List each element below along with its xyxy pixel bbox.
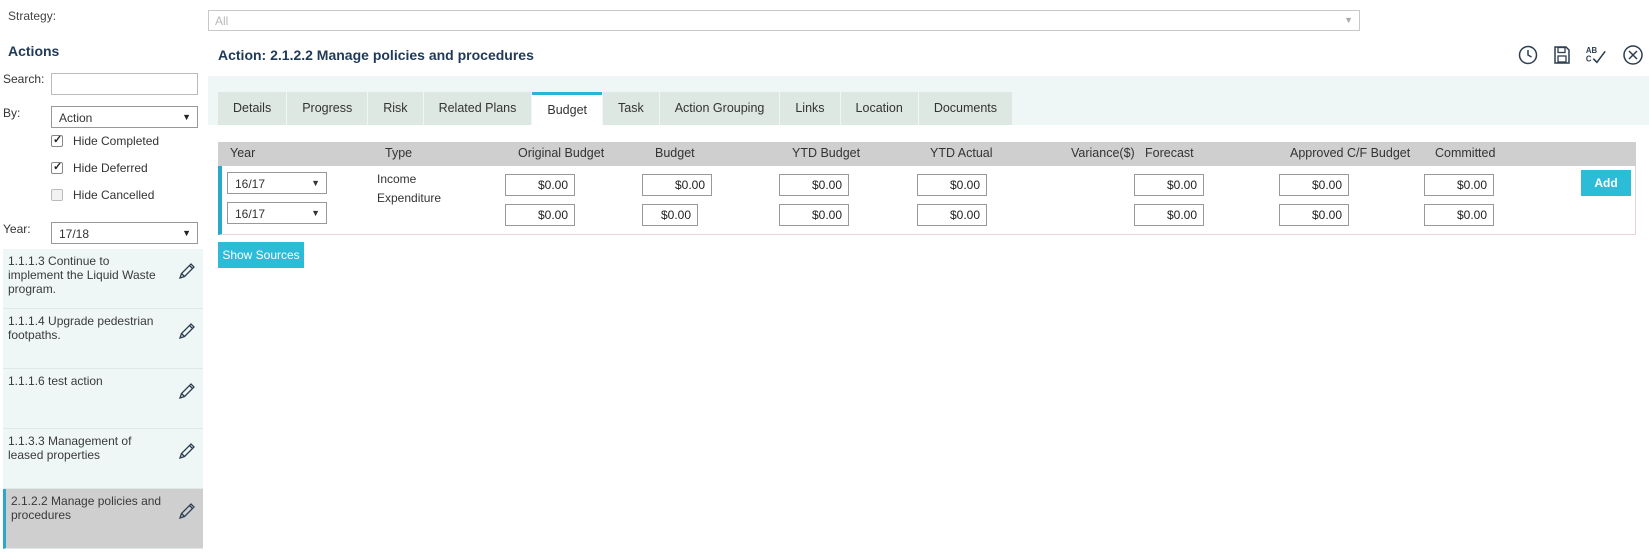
row-year-value: 16/17 xyxy=(235,207,266,221)
row-year-select[interactable]: 16/17 ▼ xyxy=(227,172,327,194)
close-icon[interactable] xyxy=(1622,44,1644,66)
tab-documents[interactable]: Documents xyxy=(918,92,1013,125)
page-title: Action: 2.1.2.2 Manage policies and proc… xyxy=(218,47,534,63)
by-select[interactable]: Action ▼ xyxy=(51,106,198,128)
column-header: YTD Actual xyxy=(930,146,993,160)
column-header: YTD Budget xyxy=(792,146,861,160)
save-icon[interactable] xyxy=(1551,44,1573,66)
by-label: By: xyxy=(3,106,21,120)
year-select-value: 17/18 xyxy=(59,227,90,241)
tab-location[interactable]: Location xyxy=(840,92,918,125)
pencil-icon[interactable] xyxy=(177,381,197,401)
approved-cf-budget-input[interactable]: $0.00 xyxy=(1279,174,1349,196)
year-select[interactable]: 17/18 ▼ xyxy=(51,222,198,244)
action-list-item[interactable]: 1.1.1.4 Upgrade pedestrian footpaths. xyxy=(3,309,203,369)
column-header: Forecast xyxy=(1145,146,1194,160)
tab-progress[interactable]: Progress xyxy=(287,92,368,125)
budget-input[interactable]: $0.00 xyxy=(642,204,698,226)
budget-input[interactable]: $0.00 xyxy=(642,174,712,196)
clock-icon[interactable] xyxy=(1517,44,1539,66)
column-header: Year xyxy=(230,146,256,160)
action-list-item[interactable]: 1.1.1.6 test action xyxy=(3,369,203,429)
tab-action-grouping[interactable]: Action Grouping xyxy=(659,92,780,125)
action-list-item-selected[interactable]: 2.1.2.2 Manage policies and procedures xyxy=(3,489,203,549)
ytd-actual-input[interactable]: $0.00 xyxy=(917,204,987,226)
chevron-down-icon: ▼ xyxy=(1344,15,1353,25)
pencil-icon[interactable] xyxy=(177,501,197,521)
chevron-down-icon: ▼ xyxy=(182,112,191,122)
row-year-select[interactable]: 16/17 ▼ xyxy=(227,202,327,224)
column-header: Budget xyxy=(655,146,695,160)
tab-links[interactable]: Links xyxy=(780,92,840,125)
hide-cancelled-label: Hide Cancelled xyxy=(73,188,155,202)
forecast-input[interactable]: $0.00 xyxy=(1134,174,1204,196)
by-select-value: Action xyxy=(59,111,93,125)
row-type: Expenditure xyxy=(377,191,442,205)
show-sources-button[interactable]: Show Sources xyxy=(218,242,304,268)
year-label: Year: xyxy=(3,222,31,236)
svg-text:C: C xyxy=(1586,54,1592,63)
column-header: Variance($) xyxy=(1071,146,1135,160)
budget-table-body: 16/17 ▼ Income $0.00 $0.00 $0.00 $0.00 $… xyxy=(218,166,1636,235)
action-list-item[interactable]: 1.1.1.3 Continue to implement the Liquid… xyxy=(3,249,203,309)
strategy-label: Strategy: xyxy=(8,9,57,23)
tab-related-plans[interactable]: Related Plans xyxy=(423,92,532,125)
column-header: Committed xyxy=(1435,146,1496,160)
pencil-icon[interactable] xyxy=(177,321,197,341)
hide-cancelled-checkbox[interactable] xyxy=(51,189,63,201)
hide-deferred-checkbox[interactable] xyxy=(51,160,63,174)
strategy-select[interactable]: All ▼ xyxy=(208,10,1360,31)
forecast-input[interactable]: $0.00 xyxy=(1134,204,1204,226)
tab-task[interactable]: Task xyxy=(603,92,659,125)
column-header: Approved C/F Budget xyxy=(1290,146,1411,160)
hide-completed-row[interactable]: Hide Completed xyxy=(51,133,160,148)
sidebar-title: Actions xyxy=(8,43,60,59)
chevron-down-icon: ▼ xyxy=(182,228,191,238)
budget-table-header: Year Type Original Budget Budget YTD Bud… xyxy=(218,142,1636,166)
hide-completed-label: Hide Completed xyxy=(73,134,160,148)
pencil-icon[interactable] xyxy=(177,261,197,281)
pencil-icon[interactable] xyxy=(177,441,197,461)
committed-input[interactable]: $0.00 xyxy=(1424,174,1494,196)
chevron-down-icon: ▼ xyxy=(311,178,320,188)
ytd-actual-input[interactable]: $0.00 xyxy=(917,174,987,196)
action-item-label: 1.1.1.3 Continue to implement the Liquid… xyxy=(8,254,156,296)
search-input[interactable] xyxy=(51,73,198,95)
search-label: Search: xyxy=(3,72,45,86)
spellcheck-icon[interactable]: AB C xyxy=(1585,44,1607,66)
ytd-budget-input[interactable]: $0.00 xyxy=(779,174,849,196)
tab-details[interactable]: Details xyxy=(218,92,287,125)
action-item-label: 1.1.1.6 test action xyxy=(8,374,103,388)
hide-cancelled-row[interactable]: Hide Cancelled xyxy=(51,188,154,202)
original-budget-input[interactable]: $0.00 xyxy=(505,204,575,226)
column-header: Type xyxy=(385,146,413,160)
hide-deferred-row[interactable]: Hide Deferred xyxy=(51,160,148,175)
committed-input[interactable]: $0.00 xyxy=(1424,204,1494,226)
column-header: Original Budget xyxy=(518,146,605,160)
add-button[interactable]: Add xyxy=(1581,170,1631,196)
tab-budget[interactable]: Budget xyxy=(532,92,603,126)
row-type: Income xyxy=(377,172,417,186)
row-year-value: 16/17 xyxy=(235,177,266,191)
chevron-down-icon: ▼ xyxy=(311,208,320,218)
original-budget-input[interactable]: $0.00 xyxy=(505,174,575,196)
strategy-select-value: All xyxy=(215,14,229,28)
action-item-label: 1.1.3.3 Management of leased properties xyxy=(8,434,132,462)
ytd-budget-input[interactable]: $0.00 xyxy=(779,204,849,226)
tab-bar: Details Progress Risk Related Plans Budg… xyxy=(218,92,1013,126)
action-list: 1.1.1.3 Continue to implement the Liquid… xyxy=(3,249,203,549)
hide-completed-checkbox[interactable] xyxy=(51,133,63,147)
action-list-item[interactable]: 1.1.3.3 Management of leased properties xyxy=(3,429,203,489)
action-item-label: 2.1.2.2 Manage policies and procedures xyxy=(11,494,162,522)
approved-cf-budget-input[interactable]: $0.00 xyxy=(1279,204,1349,226)
hide-deferred-label: Hide Deferred xyxy=(73,161,148,175)
tab-risk[interactable]: Risk xyxy=(368,92,423,125)
action-item-label: 1.1.1.4 Upgrade pedestrian footpaths. xyxy=(8,314,154,342)
